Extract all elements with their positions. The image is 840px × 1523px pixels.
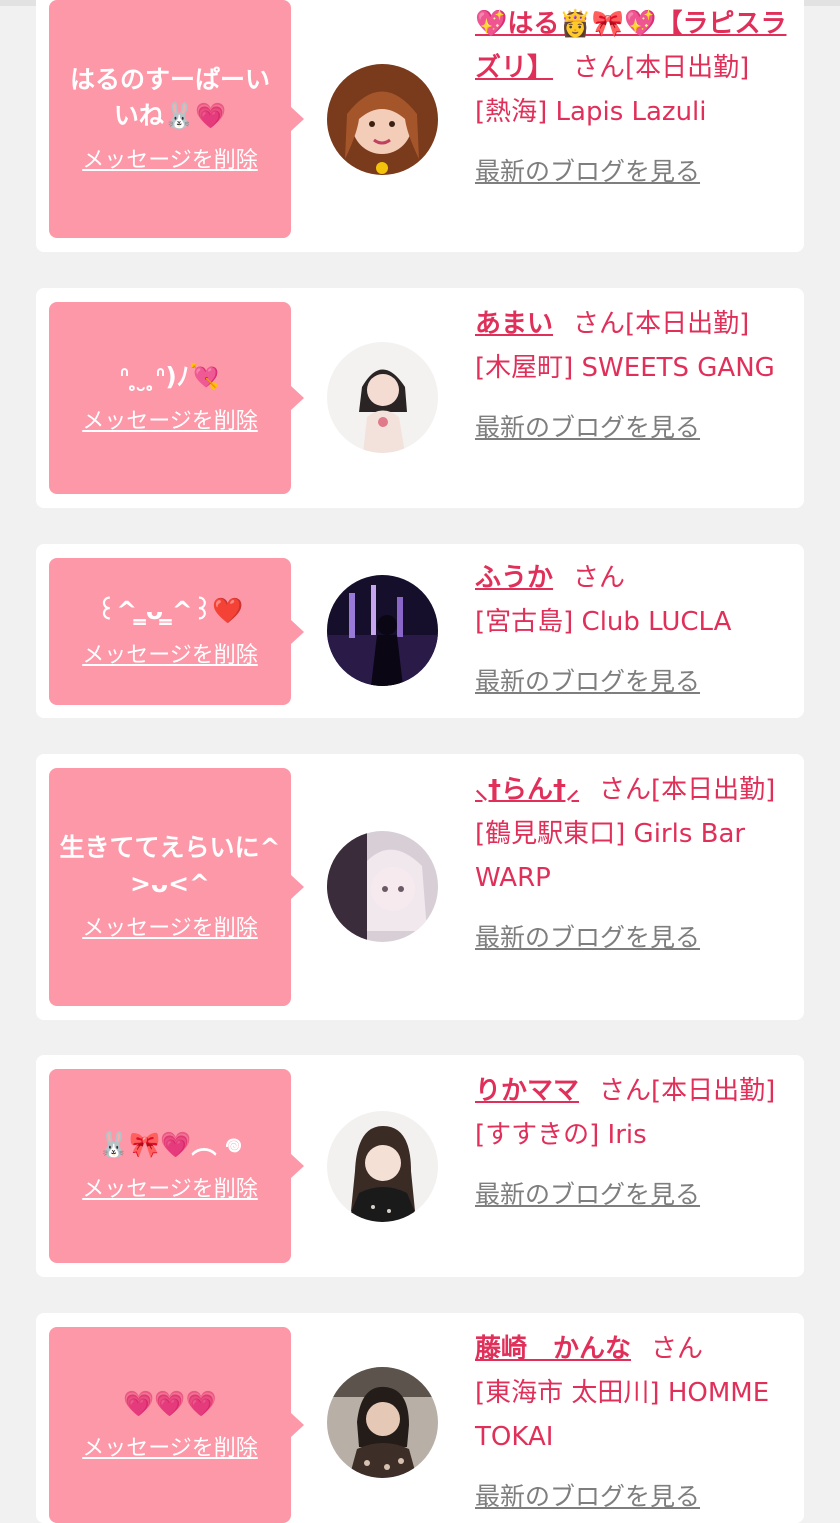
avatar[interactable]: [327, 342, 438, 453]
latest-blog-link[interactable]: 最新のブログを見る: [475, 1173, 700, 1217]
message-bubble: 生きててえらいに^>ᴗ<^ メッセージを削除: [49, 768, 304, 1006]
cast-info: ふうか さん [宮古島] Club LUCLA 最新のブログを見る: [475, 556, 787, 704]
shop-name: [熱海] Lapis Lazuli: [475, 97, 707, 127]
cast-info: ⸜†らん†⸝ さん[本日出勤] [鶴見駅東口] Girls Bar WARP 最新…: [475, 768, 787, 960]
avatar[interactable]: [327, 1111, 438, 1222]
cast-info: 藤崎 かんな さん [東海市 太田川] HOMME TOKAI 最新のブログを見る: [475, 1327, 787, 1519]
delete-message-link[interactable]: メッセージを削除: [82, 914, 258, 944]
message-card: ᐢ ̥ ̮ ̥ᐢ)ﾉ💘 メッセージを削除 あまい さん[本日出勤] [木屋町] S…: [36, 288, 804, 508]
avatar[interactable]: [327, 1367, 438, 1478]
message-bubble: ꒰^ ̳ᴗ ̳^꒱❤️ メッセージを削除: [49, 558, 304, 705]
shop-name: [木屋町] SWEETS GANG: [475, 353, 775, 383]
cast-info: 💖はる👸🎀💖【ラピスラズリ】 さん[本日出勤] [熱海] Lapis Lazuli…: [475, 2, 787, 194]
delete-message-link[interactable]: メッセージを削除: [82, 146, 258, 176]
cast-name-link[interactable]: ⸜†らん†⸝: [475, 775, 579, 805]
avatar[interactable]: [327, 831, 438, 942]
delete-message-link[interactable]: メッセージを削除: [82, 407, 258, 437]
message-card: 生きててえらいに^>ᴗ<^ メッセージを削除 ⸜†らん†⸝ さん[本日出勤] [鶴…: [36, 754, 804, 1020]
shop-name: [鶴見駅東口] Girls Bar WARP: [475, 819, 746, 893]
latest-blog-link[interactable]: 最新のブログを見る: [475, 916, 700, 960]
latest-blog-link[interactable]: 最新のブログを見る: [475, 1475, 700, 1519]
attendance-status: [本日出勤]: [625, 309, 750, 339]
attendance-status: [本日出勤]: [651, 775, 776, 805]
message-text: はるのすーぱーいいね🐰💗: [69, 65, 270, 130]
avatar[interactable]: [327, 64, 438, 175]
delete-message-link[interactable]: メッセージを削除: [82, 1175, 258, 1205]
message-text: 🐰🎀💗︵ 𖦹: [98, 1130, 242, 1159]
cast-name-link[interactable]: あまい: [475, 309, 553, 339]
shop-name: [東海市 太田川] HOMME TOKAI: [475, 1378, 770, 1452]
message-card: 🐰🎀💗︵ 𖦹 メッセージを削除 りかママ さん[本日出勤] [すすきの] Iris…: [36, 1055, 804, 1277]
honorific: さん: [599, 775, 652, 805]
avatar[interactable]: [327, 575, 438, 686]
attendance-status: [本日出勤]: [651, 1076, 776, 1106]
latest-blog-link[interactable]: 最新のブログを見る: [475, 406, 700, 450]
message-bubble: 🐰🎀💗︵ 𖦹 メッセージを削除: [49, 1069, 304, 1263]
honorific: さん: [573, 563, 626, 593]
delete-message-link[interactable]: メッセージを削除: [82, 1434, 258, 1464]
cast-name-link[interactable]: ふうか: [475, 563, 553, 593]
message-card: ꒰^ ̳ᴗ ̳^꒱❤️ メッセージを削除 ふうか さん [宮古島] Club LU…: [36, 544, 804, 718]
delete-message-link[interactable]: メッセージを削除: [82, 641, 258, 671]
latest-blog-link[interactable]: 最新のブログを見る: [475, 150, 700, 194]
latest-blog-link[interactable]: 最新のブログを見る: [475, 660, 700, 704]
cast-info: あまい さん[本日出勤] [木屋町] SWEETS GANG 最新のブログを見る: [475, 302, 787, 450]
shop-name: [すすきの] Iris: [475, 1120, 647, 1150]
message-card: はるのすーぱーいいね🐰💗 メッセージを削除 💖はる👸🎀💖【ラピスラズリ】 さん[本…: [36, 0, 804, 252]
message-text: ᐢ ̥ ̮ ̥ᐢ)ﾉ💘: [119, 362, 221, 391]
honorific: さん: [573, 53, 626, 83]
message-bubble: ᐢ ̥ ̮ ̥ᐢ)ﾉ💘 メッセージを削除: [49, 302, 304, 494]
attendance-status: [本日出勤]: [625, 53, 750, 83]
message-bubble: はるのすーぱーいいね🐰💗 メッセージを削除: [49, 0, 304, 238]
message-bubble: 💗💗💗 メッセージを削除: [49, 1327, 304, 1523]
cast-info: りかママ さん[本日出勤] [すすきの] Iris 最新のブログを見る: [475, 1069, 787, 1217]
cast-name-link[interactable]: りかママ: [475, 1076, 579, 1106]
shop-name: [宮古島] Club LUCLA: [475, 607, 732, 637]
message-card: 💗💗💗 メッセージを削除 藤崎 かんな さん [東海市 太田川] HOMME TO…: [36, 1313, 804, 1523]
message-text: 生きててえらいに^>ᴗ<^: [59, 833, 281, 898]
cast-name-link[interactable]: 藤崎 かんな: [475, 1334, 631, 1364]
honorific: さん: [651, 1334, 704, 1364]
honorific: さん: [573, 309, 626, 339]
honorific: さん: [599, 1076, 652, 1106]
message-text: 💗💗💗: [123, 1389, 217, 1418]
message-text: ꒰^ ̳ᴗ ̳^꒱❤️: [96, 595, 244, 625]
